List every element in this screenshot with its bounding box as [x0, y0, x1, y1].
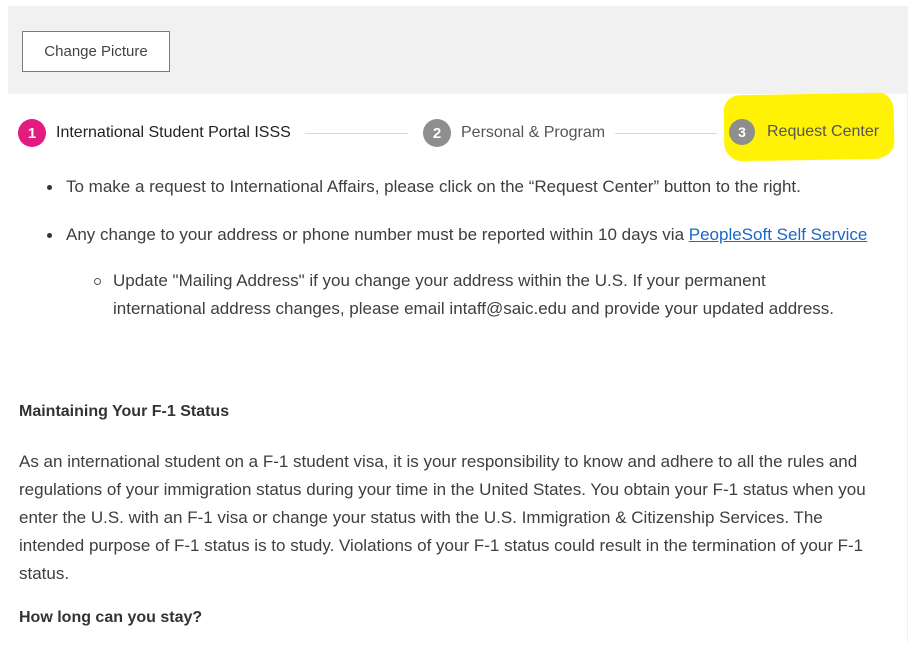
how-long-can-you-stay-heading: How long can you stay? — [19, 609, 203, 626]
step-international-student-portal[interactable]: 1 International Student Portal ISSS — [18, 119, 291, 147]
address-change-instruction: Any change to your address or phone numb… — [47, 221, 897, 249]
step-divider-1 — [305, 133, 408, 134]
progress-stepper: 1 International Student Portal ISSS 2 Pe… — [18, 116, 898, 154]
mailing-address-subitem: Update "Mailing Address" if you change y… — [94, 267, 854, 323]
f1-status-paragraph: As an international student on a F-1 stu… — [19, 452, 866, 583]
step-number-1: 1 — [18, 119, 46, 147]
change-picture-button[interactable]: Change Picture — [22, 31, 170, 72]
step-divider-2 — [615, 133, 717, 134]
portal-page: Change Picture 1 International Student P… — [0, 0, 916, 653]
request-center-instruction: To make a request to International Affai… — [47, 173, 897, 201]
step-label-2: Personal & Program — [461, 124, 606, 141]
request-center-instruction-text: To make a request to International Affai… — [66, 177, 801, 196]
address-change-instruction-text: Any change to your address or phone numb… — [66, 225, 689, 244]
step-label-1: International Student Portal ISSS — [56, 124, 291, 141]
step-request-center[interactable]: 3 Request Center — [729, 119, 879, 145]
address-change-subitems: Update "Mailing Address" if you change y… — [94, 267, 854, 323]
step-personal-program[interactable]: 2 Personal & Program — [423, 119, 605, 147]
maintaining-f1-status-heading: Maintaining Your F-1 Status — [19, 403, 230, 420]
step-label-3: Request Center — [767, 123, 880, 140]
peoplesoft-self-service-link[interactable]: PeopleSoft Self Service — [689, 225, 868, 244]
step-number-3: 3 — [729, 119, 755, 145]
step-number-2: 2 — [423, 119, 451, 147]
instructions-list: To make a request to International Affai… — [47, 173, 897, 323]
